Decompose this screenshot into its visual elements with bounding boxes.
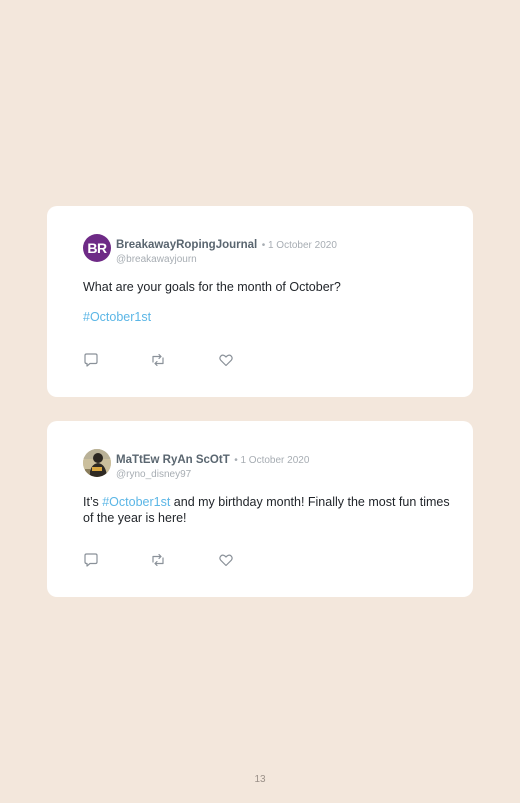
post-date: • 1 October 2020 (234, 455, 310, 466)
page-number: 13 (254, 774, 266, 785)
author-handle[interactable]: @ryno_disney97 (116, 469, 309, 480)
author-name[interactable]: BreakawayRopingJournal (116, 239, 257, 251)
reply-icon[interactable] (83, 352, 99, 368)
hashtag-link[interactable]: #October1st (102, 495, 170, 509)
post-header: BreakawayRopingJournal • 1 October 2020 … (116, 235, 337, 265)
post-actions (83, 552, 243, 568)
post-actions (83, 352, 243, 368)
avatar[interactable] (83, 449, 111, 477)
post-text-start: It’s (83, 495, 103, 509)
post-text: It’s #October1st and my birthday month! … (83, 495, 453, 526)
avatar[interactable]: BR (83, 234, 111, 262)
like-icon[interactable] (218, 352, 234, 368)
author-name[interactable]: MaTtEw RyAn ScOtT (116, 454, 230, 466)
post-card: MaTtEw RyAn ScOtT • 1 October 2020 @ryno… (47, 421, 473, 597)
post-header: MaTtEw RyAn ScOtT • 1 October 2020 @ryno… (116, 450, 309, 480)
post-date: • 1 October 2020 (261, 240, 337, 251)
retweet-icon[interactable] (150, 352, 166, 368)
reply-icon[interactable] (83, 552, 99, 568)
hashtag-link[interactable]: #October1st (83, 310, 453, 326)
post-text: What are your goals for the month of Oct… (83, 280, 341, 294)
post-card: BR BreakawayRopingJournal • 1 October 20… (47, 206, 473, 397)
like-icon[interactable] (218, 552, 234, 568)
author-handle[interactable]: @breakawayjourn (116, 254, 337, 265)
retweet-icon[interactable] (150, 552, 166, 568)
